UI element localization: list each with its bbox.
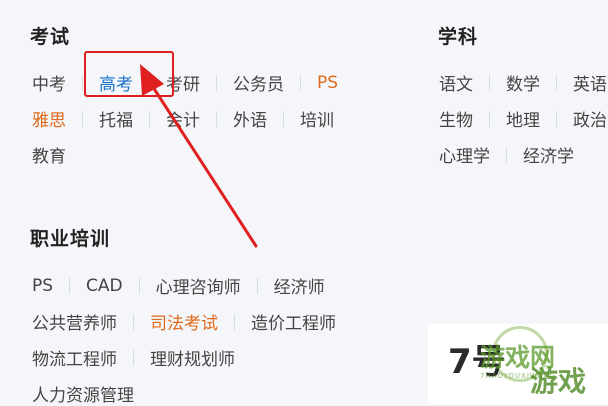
- watermark-game-text: 游戏: [530, 365, 587, 398]
